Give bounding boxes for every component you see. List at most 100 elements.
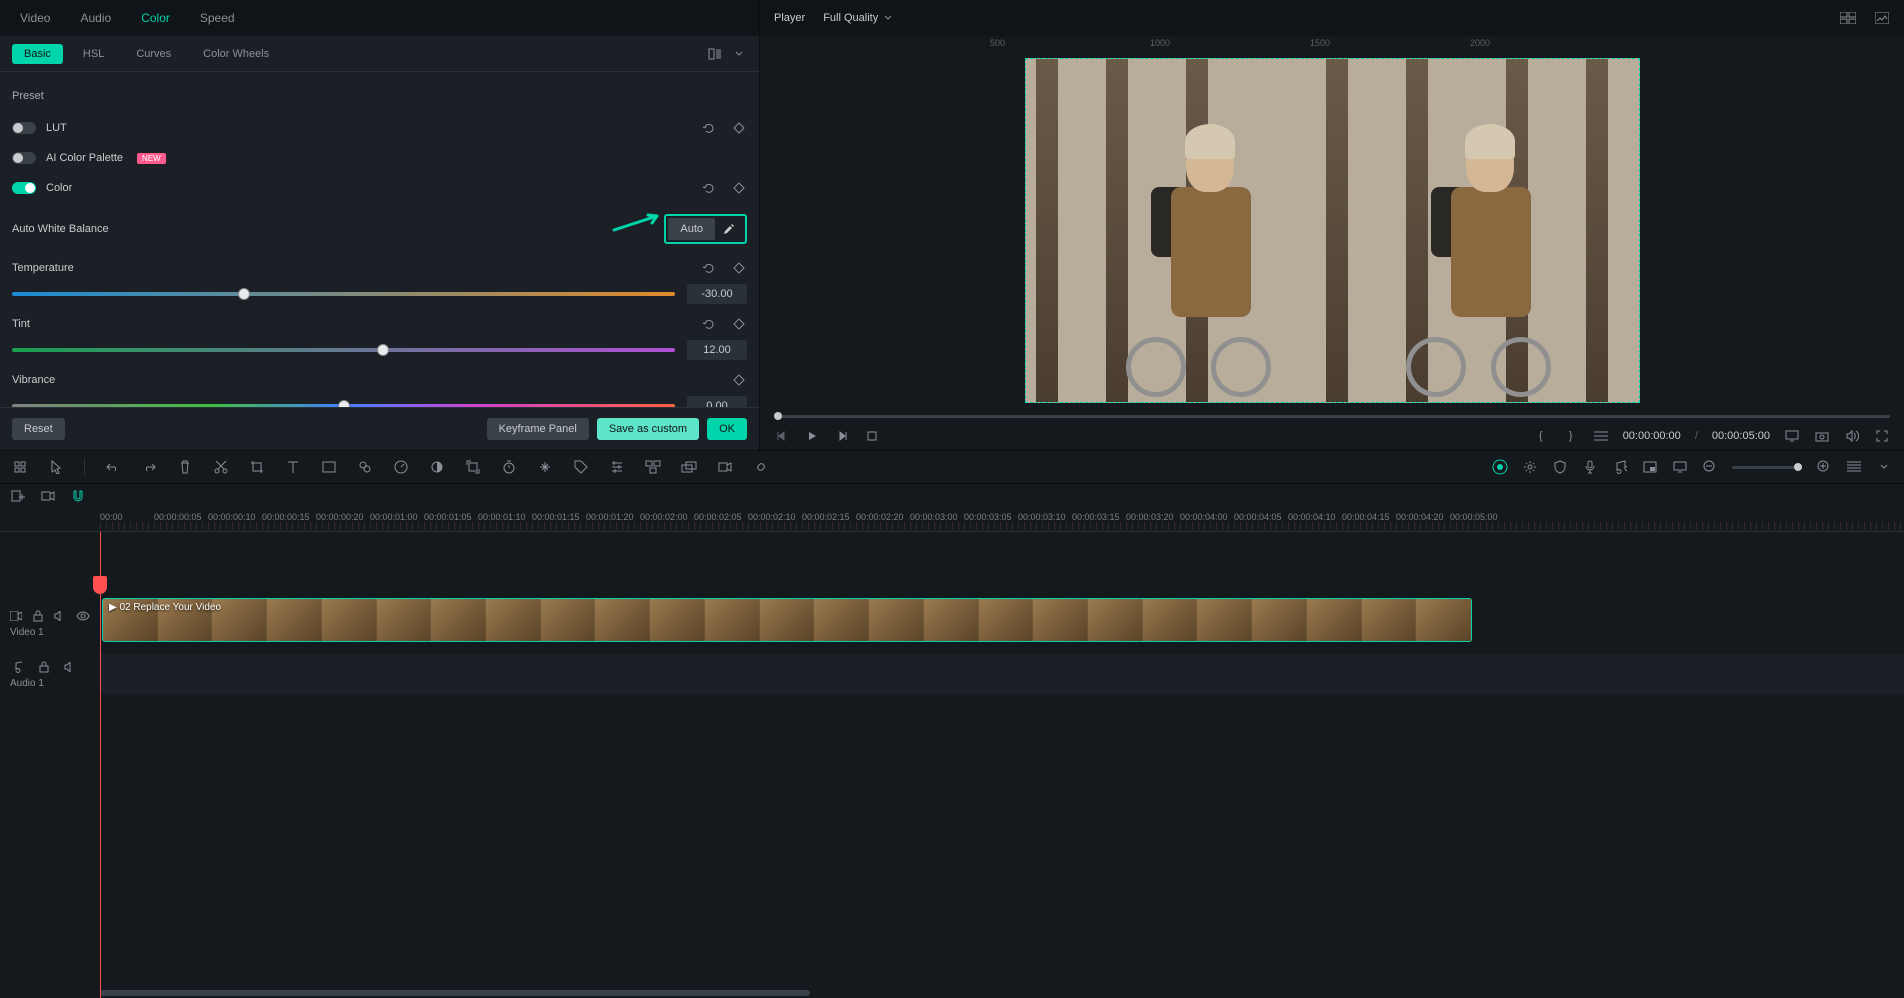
stop-icon[interactable] — [864, 428, 880, 444]
crop-icon[interactable] — [249, 459, 265, 475]
record-icon[interactable] — [40, 488, 56, 504]
group-icon[interactable] — [645, 459, 661, 475]
frame-icon[interactable] — [321, 459, 337, 475]
slider-handle[interactable] — [238, 288, 250, 300]
compare-icon[interactable] — [707, 46, 723, 62]
pip-icon[interactable] — [1642, 459, 1658, 475]
dropdown-icon[interactable] — [1876, 459, 1892, 475]
track-icon[interactable] — [537, 459, 553, 475]
undo-icon[interactable] — [105, 459, 121, 475]
reset-icon[interactable] — [701, 260, 717, 276]
color-toggle[interactable] — [12, 182, 36, 194]
vibrance-slider[interactable] — [12, 404, 675, 407]
color-icon[interactable] — [429, 459, 445, 475]
playhead-handle[interactable] — [93, 576, 107, 594]
reset-icon[interactable] — [701, 120, 717, 136]
slider-handle[interactable] — [377, 344, 389, 356]
scrubber[interactable] — [774, 415, 1890, 418]
link-icon[interactable] — [753, 459, 769, 475]
video-clip[interactable]: ▶ 02 Replace Your Video — [102, 598, 1472, 642]
zoom-handle[interactable] — [1794, 463, 1802, 471]
screen-icon[interactable] — [1784, 428, 1800, 444]
lock-icon[interactable] — [36, 659, 52, 675]
mark-out-icon[interactable]: } — [1563, 428, 1579, 444]
speed-icon[interactable] — [393, 459, 409, 475]
chevron-down-icon[interactable] — [731, 46, 747, 62]
record-icon[interactable] — [717, 459, 733, 475]
playhead[interactable] — [100, 532, 101, 998]
tab-speed[interactable]: Speed — [200, 11, 235, 25]
fullscreen-icon[interactable] — [1874, 428, 1890, 444]
tab-video[interactable]: Video — [20, 11, 50, 25]
keyframe-icon[interactable] — [731, 180, 747, 196]
mark-in-icon[interactable]: { — [1533, 428, 1549, 444]
snapshot-icon[interactable] — [1814, 428, 1830, 444]
keyframe-icon[interactable] — [731, 120, 747, 136]
temperature-slider[interactable] — [12, 292, 675, 296]
subtab-hsl[interactable]: HSL — [71, 44, 116, 64]
keyframe-icon[interactable] — [731, 260, 747, 276]
reset-icon[interactable] — [701, 316, 717, 332]
preview-area[interactable] — [760, 52, 1904, 409]
mute-icon[interactable] — [54, 608, 66, 624]
mic-icon[interactable] — [1582, 459, 1598, 475]
select-tool-icon[interactable] — [12, 459, 28, 475]
gear-icon[interactable] — [1522, 459, 1538, 475]
screen2-icon[interactable] — [1672, 459, 1688, 475]
tag-icon[interactable] — [573, 459, 589, 475]
music-icon[interactable] — [1612, 459, 1628, 475]
tint-value[interactable]: 12.00 — [687, 340, 747, 360]
subtab-color-wheels[interactable]: Color Wheels — [191, 44, 281, 64]
zoom-slider[interactable] — [1732, 466, 1802, 469]
eye-icon[interactable] — [76, 608, 90, 624]
transform-icon[interactable] — [465, 459, 481, 475]
play-icon[interactable] — [804, 428, 820, 444]
slider-handle[interactable] — [338, 400, 350, 407]
image-view-icon[interactable] — [1874, 10, 1890, 26]
adjust-icon[interactable] — [609, 459, 625, 475]
keyframe-icon[interactable] — [731, 316, 747, 332]
scrubber-handle[interactable] — [774, 412, 782, 420]
list-icon[interactable] — [1593, 428, 1609, 444]
magnet-icon[interactable] — [70, 488, 86, 504]
keyframe-panel-button[interactable]: Keyframe Panel — [487, 418, 589, 440]
save-as-custom-button[interactable]: Save as custom — [597, 418, 699, 440]
quality-dropdown[interactable]: Full Quality — [823, 12, 892, 24]
reset-button[interactable]: Reset — [12, 418, 65, 440]
timeline-ruler[interactable]: 00:00 00:00:00:05 00:00:00:10 00:00:00:1… — [0, 508, 1904, 532]
enhance-icon[interactable] — [1492, 459, 1508, 475]
subtab-basic[interactable]: Basic — [12, 44, 63, 64]
temperature-value[interactable]: -30.00 — [687, 284, 747, 304]
text-icon[interactable] — [285, 459, 301, 475]
list-view-icon[interactable] — [1846, 459, 1862, 475]
tab-color[interactable]: Color — [141, 11, 170, 25]
lock-icon[interactable] — [32, 608, 44, 624]
cut-icon[interactable] — [213, 459, 229, 475]
tint-slider[interactable] — [12, 348, 675, 352]
horizontal-scrollbar[interactable] — [100, 990, 810, 996]
video-track-icon[interactable] — [10, 608, 22, 624]
eyedropper-button[interactable] — [715, 218, 743, 240]
tab-audio[interactable]: Audio — [80, 11, 111, 25]
next-frame-icon[interactable] — [834, 428, 850, 444]
cursor-tool-icon[interactable] — [48, 459, 64, 475]
timer-icon[interactable] — [501, 459, 517, 475]
keyframe-icon[interactable] — [731, 372, 747, 388]
reset-icon[interactable] — [701, 180, 717, 196]
effects-icon[interactable] — [357, 459, 373, 475]
vibrance-value[interactable]: 0.00 — [687, 396, 747, 407]
zoom-in-icon[interactable] — [1816, 459, 1832, 475]
shield-icon[interactable] — [1552, 459, 1568, 475]
grid-view-icon[interactable] — [1840, 10, 1856, 26]
audio-track-icon[interactable] — [10, 659, 26, 675]
redo-icon[interactable] — [141, 459, 157, 475]
ai-palette-toggle[interactable] — [12, 152, 36, 164]
auto-button[interactable]: Auto — [668, 218, 715, 240]
prev-frame-icon[interactable] — [774, 428, 790, 444]
zoom-out-icon[interactable] — [1702, 459, 1718, 475]
mute-icon[interactable] — [62, 659, 78, 675]
lut-toggle[interactable] — [12, 122, 36, 134]
layers-icon[interactable] — [681, 459, 697, 475]
delete-icon[interactable] — [177, 459, 193, 475]
ok-button[interactable]: OK — [707, 418, 747, 440]
